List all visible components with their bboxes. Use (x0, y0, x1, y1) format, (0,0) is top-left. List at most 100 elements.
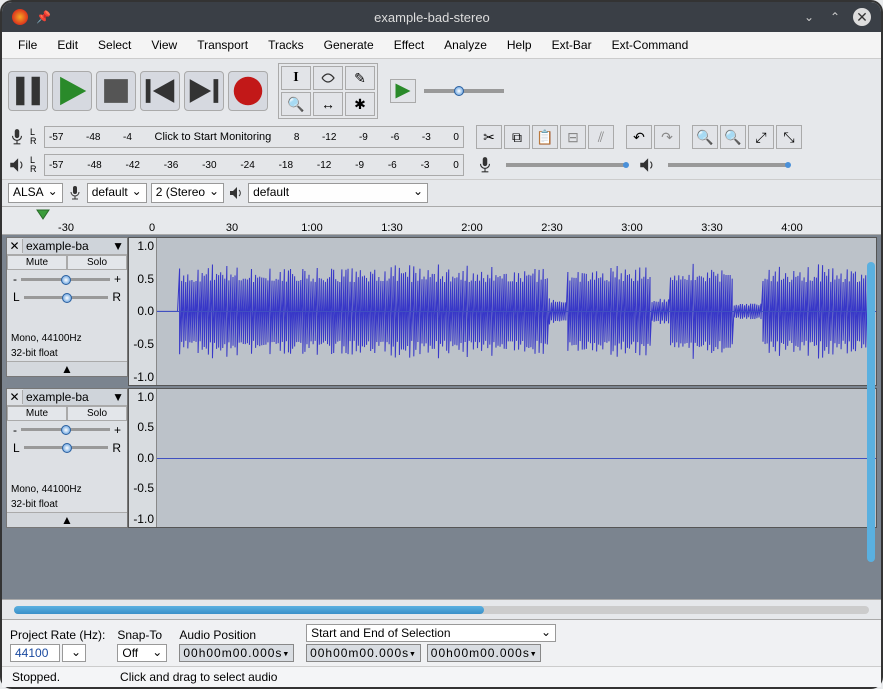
edit-toolbar: ✂ ⧉ 📋 ⊟ ⫽ ↶ ↷ 🔍 🔍 ⤢ ⤡ (476, 125, 802, 149)
menu-transport[interactable]: Transport (189, 36, 256, 54)
timeline-tick: 1:30 (381, 222, 402, 234)
playback-device-select[interactable]: default (248, 183, 428, 203)
stop-button[interactable] (96, 71, 136, 111)
close-button[interactable]: ✕ (853, 8, 871, 26)
fit-selection-button[interactable]: ⤢ (748, 125, 774, 149)
microphone-icon (476, 156, 494, 174)
recording-device-select[interactable]: default (87, 183, 147, 203)
menu-effect[interactable]: Effect (386, 36, 432, 54)
menu-tracks[interactable]: Tracks (260, 36, 312, 54)
selection-start-field[interactable]: 00h00m00.000s▾ (306, 644, 421, 662)
mute-button[interactable]: Mute (7, 255, 67, 270)
gain-slider[interactable] (21, 428, 110, 431)
track-format-label: Mono, 44100Hz (7, 482, 127, 497)
track-close-button[interactable]: ✕ (7, 390, 23, 404)
mute-button[interactable]: Mute (7, 406, 67, 421)
waveform-yaxis: 1.00.50.0-0.5-1.0 (129, 389, 157, 527)
track-format-label: Mono, 44100Hz (7, 331, 127, 346)
menu-ext-bar[interactable]: Ext-Bar (544, 36, 600, 54)
silence-button[interactable]: ⫽ (588, 125, 614, 149)
audio-host-select[interactable]: ALSA (8, 183, 63, 203)
snap-to-select[interactable]: Off (117, 644, 167, 662)
fit-project-button[interactable]: ⤡ (776, 125, 802, 149)
undo-button[interactable]: ↶ (626, 125, 652, 149)
recording-channels-select[interactable]: 2 (Stereo (151, 183, 224, 203)
track-collapse-button[interactable]: ▲ (7, 512, 127, 527)
track-collapse-button[interactable]: ▲ (7, 361, 127, 376)
cut-button[interactable]: ✂ (476, 125, 502, 149)
speaker-icon (228, 185, 244, 201)
vertical-scrollbar[interactable] (867, 262, 875, 562)
selection-mode-select[interactable]: Start and End of Selection (306, 624, 556, 642)
minimize-button[interactable]: ⌄ (801, 9, 817, 25)
status-hint: Click and drag to select audio (120, 670, 277, 684)
envelope-tool[interactable] (313, 66, 343, 90)
meter-channel-labels: LR (30, 128, 42, 146)
menu-edit[interactable]: Edit (49, 36, 86, 54)
draw-tool[interactable]: ✎ (345, 66, 375, 90)
gain-slider[interactable] (21, 278, 110, 281)
microphone-icon (67, 185, 83, 201)
menu-file[interactable]: File (10, 36, 45, 54)
audio-position-field[interactable]: 00h00m00.000s▾ (179, 644, 294, 662)
zoom-in-button[interactable]: 🔍 (692, 125, 718, 149)
menu-generate[interactable]: Generate (316, 36, 382, 54)
pan-slider[interactable] (24, 296, 109, 299)
snap-to-label: Snap-To (117, 628, 167, 642)
pause-button[interactable] (8, 71, 48, 111)
device-toolbar: ALSA default 2 (Stereo default (2, 179, 881, 206)
pan-slider[interactable] (24, 446, 109, 449)
menu-help[interactable]: Help (499, 36, 540, 54)
app-icon (12, 9, 28, 25)
menu-ext-command[interactable]: Ext-Command (604, 36, 697, 54)
play-at-speed-button[interactable] (390, 79, 416, 103)
project-rate-dropdown[interactable] (62, 644, 86, 662)
play-button[interactable] (52, 71, 92, 111)
speaker-icon (8, 156, 26, 174)
playhead-icon[interactable] (36, 209, 50, 223)
horizontal-scrollbar[interactable] (2, 599, 881, 619)
menu-select[interactable]: Select (90, 36, 139, 54)
timeshift-tool[interactable]: ↔ (313, 92, 343, 116)
menu-view[interactable]: View (143, 36, 185, 54)
recording-volume-slider[interactable] (506, 163, 626, 167)
copy-button[interactable]: ⧉ (504, 125, 530, 149)
skip-start-button[interactable] (140, 71, 180, 111)
tracks-area: ✕ example-ba▼ Mute Solo -+ LR Mono, 4410… (2, 235, 881, 599)
playback-volume-slider[interactable] (668, 163, 788, 167)
timeline-ruler[interactable]: -300301:001:302:002:303:003:304:00 (2, 207, 881, 235)
menubar: File Edit Select View Transport Tracks G… (2, 32, 881, 59)
start-monitoring-label[interactable]: Click to Start Monitoring (155, 131, 272, 143)
waveform-display[interactable]: 1.00.50.0-0.5-1.0 (128, 237, 877, 386)
trim-button[interactable]: ⊟ (560, 125, 586, 149)
skip-end-button[interactable] (184, 71, 224, 111)
solo-button[interactable]: Solo (67, 406, 127, 421)
zoom-tool[interactable]: 🔍 (281, 92, 311, 116)
track: ✕ example-ba▼ Mute Solo -+ LR Mono, 4410… (6, 388, 877, 528)
paste-button[interactable]: 📋 (532, 125, 558, 149)
timeline-tick: 0 (149, 222, 155, 234)
selection-tool[interactable]: I (281, 66, 311, 90)
project-rate-label: Project Rate (Hz): (10, 628, 105, 642)
playback-meter-scale[interactable]: -57 -48 -42 -36 -30 -24 -18 -12 -9 -6 -3… (44, 154, 464, 176)
transport-toolbar (8, 71, 268, 111)
menu-analyze[interactable]: Analyze (436, 36, 495, 54)
record-button[interactable] (228, 71, 268, 111)
waveform-display[interactable]: 1.00.50.0-0.5-1.0 (128, 388, 877, 528)
project-rate-input[interactable] (10, 644, 60, 662)
track-name-dropdown[interactable]: example-ba▼ (23, 238, 127, 254)
pin-icon[interactable]: 📌 (36, 10, 51, 24)
redo-button[interactable]: ↷ (654, 125, 680, 149)
track-close-button[interactable]: ✕ (7, 239, 23, 253)
titlebar: 📌 example-bad-stereo ⌄ ⌃ ✕ (2, 2, 881, 32)
solo-button[interactable]: Solo (67, 255, 127, 270)
maximize-button[interactable]: ⌃ (827, 9, 843, 25)
track: ✕ example-ba▼ Mute Solo -+ LR Mono, 4410… (6, 237, 877, 386)
play-at-speed-toolbar (390, 79, 504, 103)
recording-meter-scale[interactable]: -57 -48 -4 Click to Start Monitoring 8 -… (44, 126, 464, 148)
playback-speed-slider[interactable] (424, 89, 504, 93)
selection-end-field[interactable]: 00h00m00.000s▾ (427, 644, 542, 662)
zoom-out-button[interactable]: 🔍 (720, 125, 746, 149)
multi-tool[interactable]: ✱ (345, 92, 375, 116)
track-name-dropdown[interactable]: example-ba▼ (23, 389, 127, 405)
